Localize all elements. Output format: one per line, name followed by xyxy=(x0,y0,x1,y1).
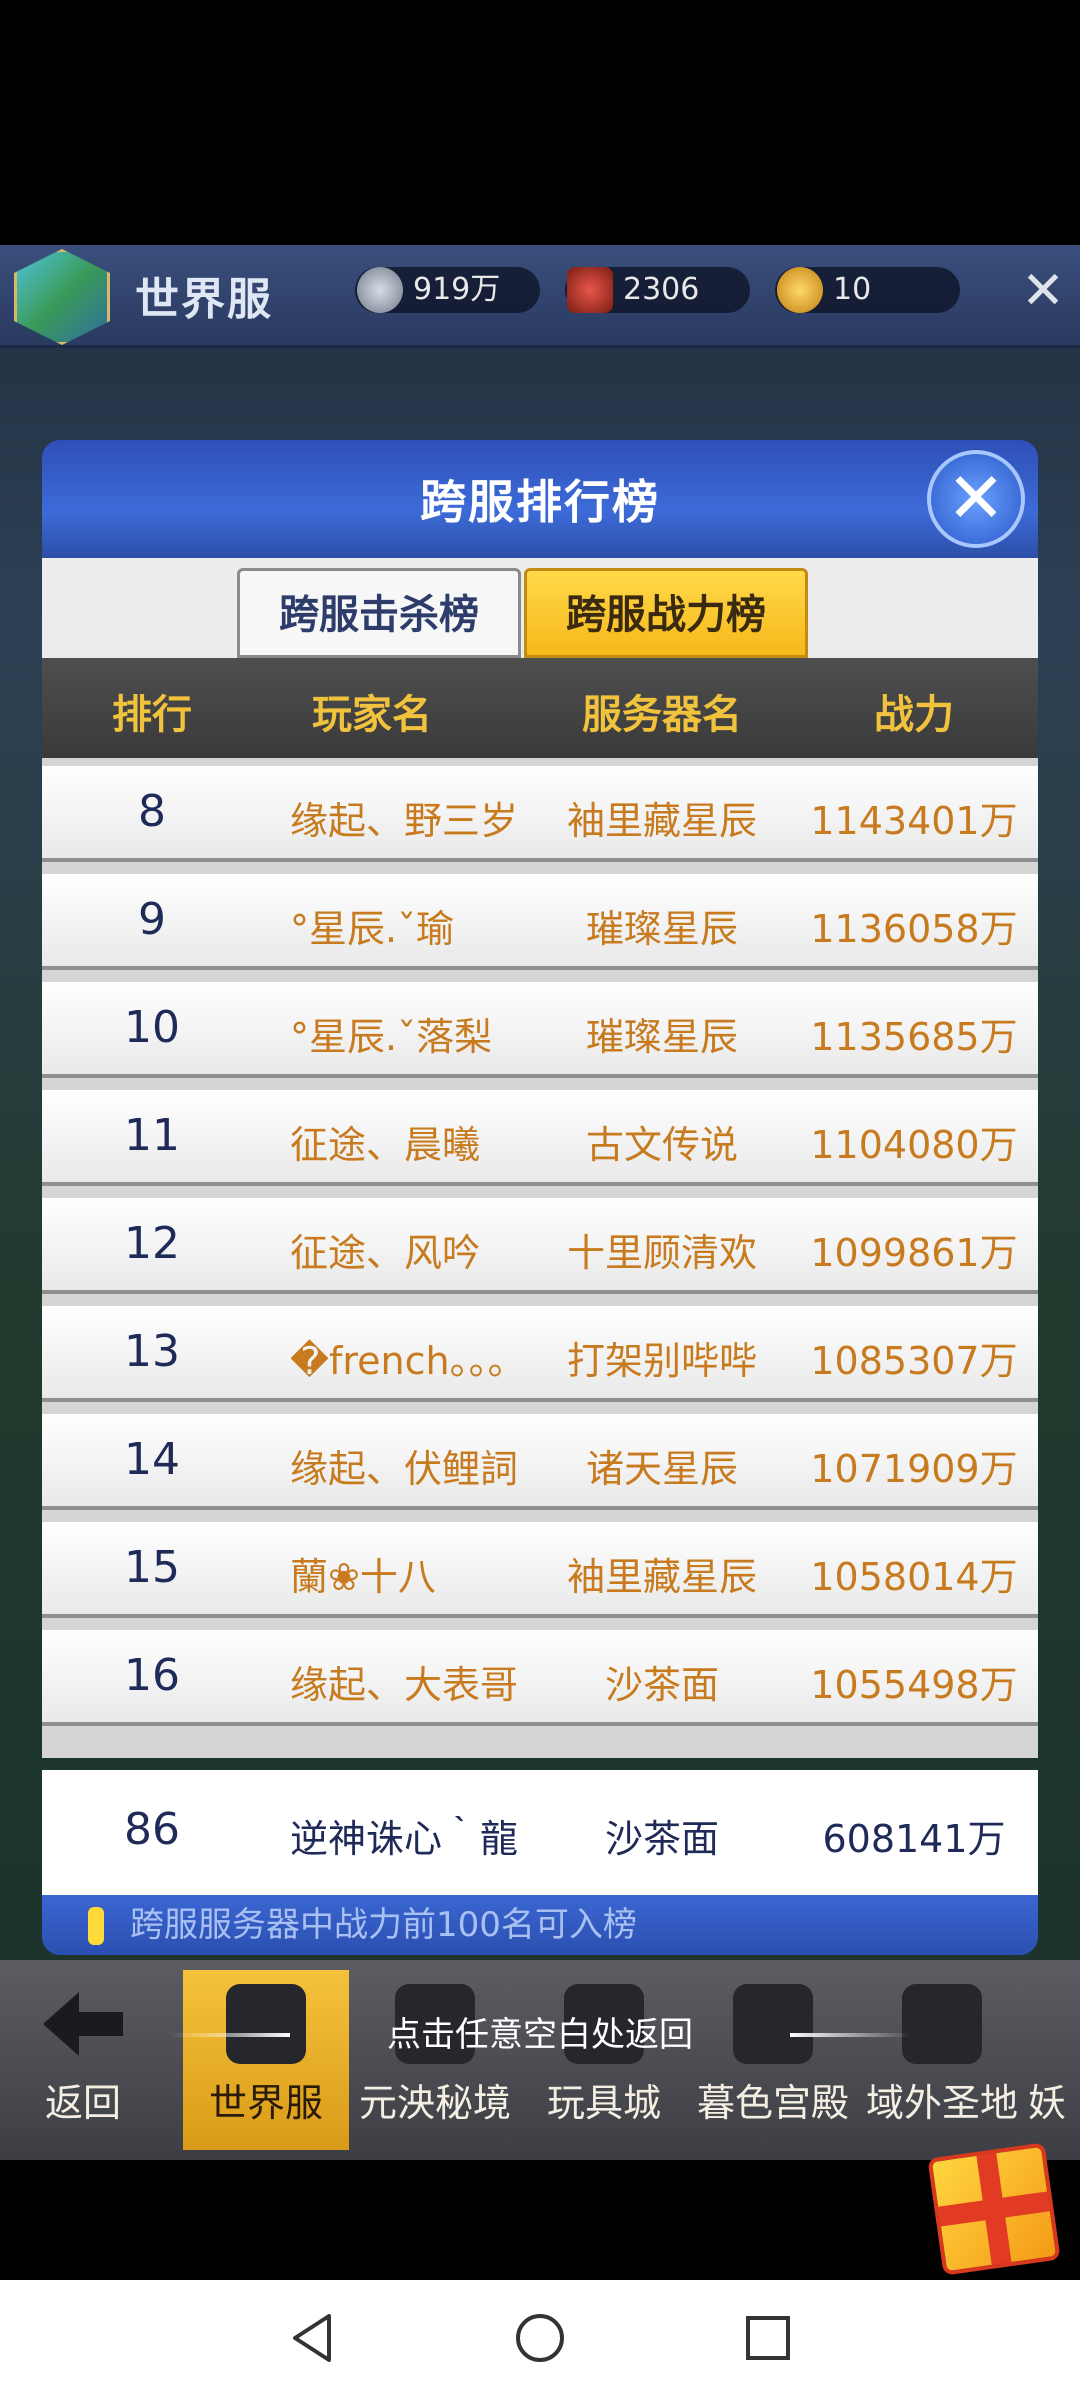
table-row[interactable]: 15 蘭❀十八 袖里藏星辰 1058014万 xyxy=(42,1522,1038,1618)
home-icon[interactable] xyxy=(512,2310,568,2366)
row-rank: 9 xyxy=(138,894,166,945)
table-row[interactable]: 13 �french。。。 打架别哔哔 1085307万 xyxy=(42,1306,1038,1402)
diamond-coin-icon xyxy=(357,267,403,313)
row-player: °星辰.ˇ瑜 xyxy=(290,907,455,951)
row-power: 1071909万 xyxy=(810,1447,1018,1491)
row-player: 征途、晨曦 xyxy=(290,1123,481,1167)
row-power: 1136058万 xyxy=(810,907,1018,951)
table-row[interactable]: 8 缘起、野三岁 袖里藏星辰 1143401万 xyxy=(42,766,1038,862)
row-player: 缘起、伏鲤詞 xyxy=(290,1447,519,1491)
tab-power-ranking[interactable]: 跨服战力榜 xyxy=(524,568,808,658)
gift-box-icon[interactable] xyxy=(927,2142,1061,2276)
row-rank: 11 xyxy=(124,1110,180,1161)
table-row[interactable]: 12 征途、风吟 十里顾清欢 1099861万 xyxy=(42,1198,1038,1294)
column-server: 服务器名 xyxy=(582,692,742,738)
row-rank: 12 xyxy=(124,1218,180,1269)
ranking-modal: 跨服排行榜 ✕ 跨服击杀榜 跨服战力榜 排行 玩家名 服务器名 战力 8 缘起、… xyxy=(42,440,1038,1970)
ranking-list[interactable]: 8 缘起、野三岁 袖里藏星辰 1143401万 9 °星辰.ˇ瑜 璀璨星辰 11… xyxy=(42,758,1038,1758)
nav-demon[interactable]: 妖 xyxy=(1028,1970,1080,2150)
my-server: 沙茶面 xyxy=(604,1817,719,1861)
tab-kill-ranking[interactable]: 跨服击杀榜 xyxy=(237,568,521,658)
row-rank: 14 xyxy=(124,1434,180,1485)
row-rank: 10 xyxy=(124,1002,180,1053)
system-nav-bar xyxy=(0,2280,1080,2400)
modal-title: 跨服排行榜 xyxy=(420,475,660,529)
recents-icon[interactable] xyxy=(740,2310,796,2366)
row-rank: 8 xyxy=(138,786,166,837)
row-player: 蘭❀十八 xyxy=(290,1555,436,1599)
currency-diamond[interactable]: 919万 xyxy=(355,267,540,313)
footer-text: 跨服服务器中战力前100名可入榜 xyxy=(130,1905,637,1945)
my-player: 逆神诛心｀龍 xyxy=(290,1817,519,1861)
row-server: 袖里藏星辰 xyxy=(566,1555,757,1599)
row-power: 1104080万 xyxy=(810,1123,1018,1167)
back-arrow-icon xyxy=(43,1992,123,2056)
hexagon-badge-icon xyxy=(567,267,613,313)
row-player: 缘起、野三岁 xyxy=(290,799,519,843)
column-power: 战力 xyxy=(874,692,954,738)
close-icon[interactable]: ✕ xyxy=(1015,263,1071,319)
table-row[interactable]: 11 征途、晨曦 古文传说 1104080万 xyxy=(42,1090,1038,1186)
row-server: 古文传说 xyxy=(585,1123,738,1167)
row-player: °星辰.ˇ落梨 xyxy=(290,1015,493,1059)
row-server: 沙茶面 xyxy=(604,1663,719,1707)
exclamation-icon xyxy=(88,1907,104,1945)
row-power: 1058014万 xyxy=(810,1555,1018,1599)
currency-badge[interactable]: 2306 xyxy=(565,267,750,313)
row-server: 打架别哔哔 xyxy=(566,1339,757,1383)
tab-bar: 跨服击杀榜 跨服战力榜 xyxy=(42,558,1038,658)
row-power: 1099861万 xyxy=(810,1231,1018,1275)
top-bar: 世界服 919万 2306 10 ✕ xyxy=(0,245,1080,348)
footer-note: 跨服服务器中战力前100名可入榜 xyxy=(42,1895,1038,1955)
my-power: 608141万 xyxy=(822,1817,1006,1861)
table-row[interactable]: 9 °星辰.ˇ瑜 璀璨星辰 1136058万 xyxy=(42,874,1038,970)
row-server: 诸天星辰 xyxy=(585,1447,738,1491)
modal-header: 跨服排行榜 ✕ xyxy=(42,440,1038,558)
my-rank: 86 xyxy=(124,1804,180,1855)
tap-to-return-hint: 点击任意空白处返回 xyxy=(170,2000,910,2070)
row-power: 1143401万 xyxy=(810,799,1018,843)
row-server: 璀璨星辰 xyxy=(585,907,738,951)
table-header: 排行 玩家名 服务器名 战力 xyxy=(42,658,1038,758)
world-title: 世界服 xyxy=(135,274,273,325)
row-power: 1085307万 xyxy=(810,1339,1018,1383)
row-player: 缘起、大表哥 xyxy=(290,1663,519,1707)
row-server: 十里顾清欢 xyxy=(566,1231,757,1275)
row-rank: 15 xyxy=(124,1542,180,1593)
row-server: 袖里藏星辰 xyxy=(566,799,757,843)
back-icon[interactable] xyxy=(285,2310,341,2366)
row-rank: 13 xyxy=(124,1326,180,1377)
modal-close-button[interactable]: ✕ xyxy=(927,450,1025,548)
gold-coin-icon xyxy=(777,267,823,313)
column-player: 玩家名 xyxy=(312,692,432,738)
row-rank: 16 xyxy=(124,1650,180,1701)
currency-gold[interactable]: 10 xyxy=(775,267,960,313)
row-server: 璀璨星辰 xyxy=(585,1015,738,1059)
row-power: 1135685万 xyxy=(810,1015,1018,1059)
row-player: �french。。。 xyxy=(290,1339,526,1383)
column-rank: 排行 xyxy=(112,692,192,738)
nav-back[interactable]: 返回 xyxy=(0,1970,166,2150)
holy-land-icon xyxy=(902,1984,982,2064)
table-row[interactable]: 16 缘起、大表哥 沙茶面 1055498万 xyxy=(42,1630,1038,1726)
row-player: 征途、风吟 xyxy=(290,1231,481,1275)
table-row[interactable]: 10 °星辰.ˇ落梨 璀璨星辰 1135685万 xyxy=(42,982,1038,1078)
row-power: 1055498万 xyxy=(810,1663,1018,1707)
my-ranking-row[interactable]: 86 逆神诛心｀龍 沙茶面 608141万 xyxy=(42,1770,1038,1895)
world-server-icon xyxy=(14,249,110,345)
table-row[interactable]: 14 缘起、伏鲤詞 诸天星辰 1071909万 xyxy=(42,1414,1038,1510)
